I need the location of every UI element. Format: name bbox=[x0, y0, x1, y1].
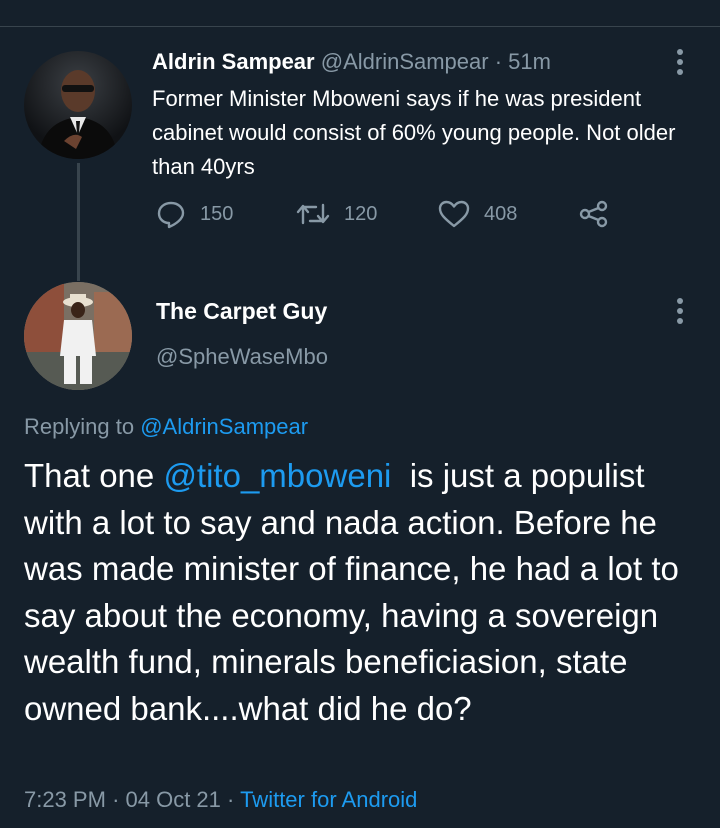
reply-icon bbox=[157, 201, 185, 229]
thread-line bbox=[77, 163, 80, 281]
reply-text-prefix: That one bbox=[24, 457, 164, 494]
share-icon bbox=[579, 200, 608, 228]
replying-to: Replying to @AldrinSampear bbox=[24, 414, 308, 440]
avatar-image bbox=[24, 282, 132, 390]
separator: · bbox=[494, 49, 503, 74]
retweet-icon bbox=[296, 203, 330, 225]
retweet-count: 120 bbox=[344, 202, 378, 225]
replying-label: Replying to bbox=[24, 414, 135, 439]
avatar[interactable] bbox=[24, 282, 132, 390]
separator: · bbox=[112, 787, 120, 812]
reply-button[interactable]: 150 bbox=[156, 199, 233, 229]
like-count: 408 bbox=[484, 202, 518, 225]
tweet-text: Former Minister Mboweni says if he was p… bbox=[152, 86, 676, 179]
heart-icon bbox=[438, 200, 470, 228]
tweet-source[interactable]: Twitter for Android bbox=[240, 787, 417, 812]
tweet-time[interactable]: 7:23 PM bbox=[24, 787, 106, 812]
author-handle[interactable]: @AldrinSampear bbox=[321, 49, 489, 74]
reply-text: That one @tito_mboweni is just a populis… bbox=[24, 453, 704, 732]
avatar-image bbox=[38, 70, 118, 159]
tweet-meta: 7:23 PM · 04 Oct 21 · Twitter for Androi… bbox=[24, 787, 417, 813]
reply-author-handle[interactable]: @SpheWaseMbo bbox=[156, 344, 328, 370]
author-name[interactable]: Aldrin Sampear bbox=[152, 49, 315, 74]
timestamp[interactable]: 51m bbox=[508, 49, 551, 74]
tweet-date[interactable]: 04 Oct 21 bbox=[126, 787, 221, 812]
like-button[interactable]: 408 bbox=[438, 199, 517, 229]
mention-link[interactable]: @tito_mboweni bbox=[163, 457, 391, 494]
parent-tweet[interactable]: Aldrin Sampear @AldrinSampear · 51m Form… bbox=[0, 27, 720, 281]
more-options-icon[interactable] bbox=[670, 298, 690, 324]
tweet-header: Aldrin Sampear @AldrinSampear · 51m bbox=[152, 49, 551, 75]
tweet-actions: 150 120 408 bbox=[152, 199, 622, 235]
share-button[interactable] bbox=[578, 199, 610, 229]
replying-handle-link[interactable]: @AldrinSampear bbox=[140, 414, 308, 439]
separator: · bbox=[227, 787, 235, 812]
retweet-button[interactable]: 120 bbox=[296, 199, 377, 229]
reply-author-name[interactable]: The Carpet Guy bbox=[156, 298, 327, 325]
more-options-icon[interactable] bbox=[670, 49, 690, 75]
avatar[interactable] bbox=[24, 51, 132, 159]
reply-text-body: is just a populist with a lot to say and… bbox=[24, 457, 689, 727]
reply-count: 150 bbox=[200, 202, 234, 225]
